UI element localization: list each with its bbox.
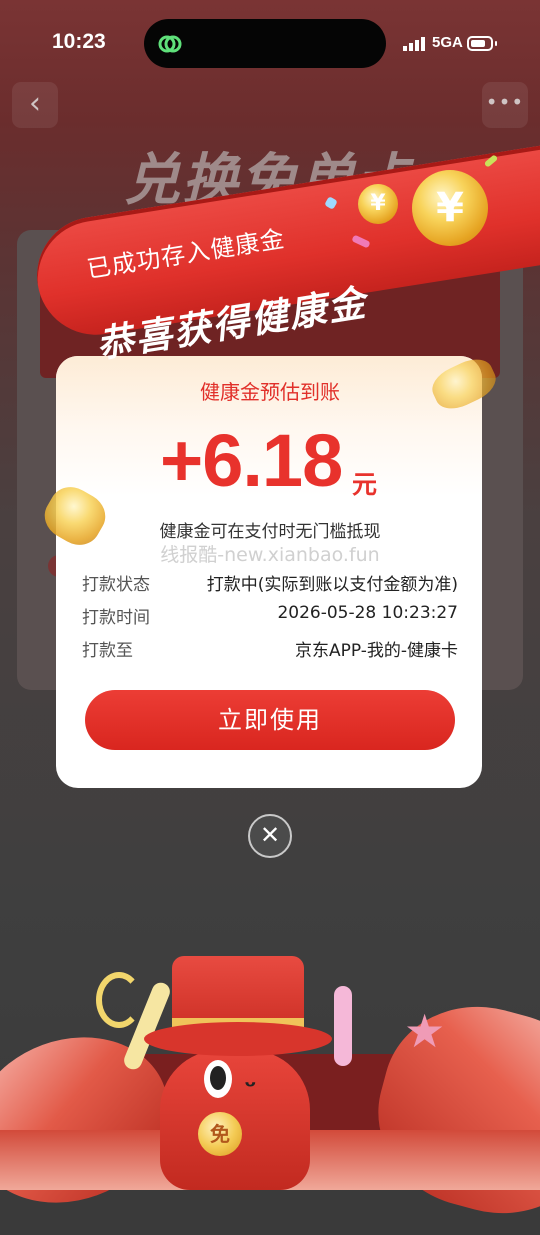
mascot-pupil [210, 1066, 226, 1090]
dynamic-island [144, 19, 386, 68]
back-button[interactable]: ‹ [12, 82, 58, 128]
close-button[interactable]: ✕ [248, 814, 292, 858]
mascot-medal: 免 [198, 1112, 242, 1156]
amount-unit: 元 [352, 470, 378, 499]
use-now-button[interactable]: 立即使用 [85, 690, 455, 750]
star-icon: ★ [404, 1004, 446, 1058]
status-label: 打款状态 [82, 575, 150, 595]
status-value: 打款中(实际到账以支付金额为准) [206, 575, 458, 595]
destination-label: 打款至 [82, 641, 133, 661]
link-icon [158, 35, 182, 53]
status-bar: 10:23 5GA [0, 0, 540, 88]
close-icon: ✕ [259, 821, 281, 849]
ribbon-curl-icon [96, 972, 142, 1028]
more-button[interactable]: ••• [482, 82, 528, 128]
reward-amount: +6.18 [160, 419, 343, 502]
signal-icon [403, 37, 425, 51]
glow-stick-icon [334, 986, 352, 1066]
time-label: 打款时间 [82, 608, 150, 628]
battery-icon [467, 36, 493, 51]
time-value: 2026-05-28 10:23:27 [277, 603, 458, 623]
more-dots-icon: ••• [485, 90, 525, 114]
network-label: 5GA [432, 34, 463, 51]
destination-value: 京东APP-我的-健康卡 [294, 641, 458, 661]
coin-icon: ¥ [412, 170, 488, 246]
battery-cap [495, 41, 497, 46]
status-time: 10:23 [52, 30, 106, 53]
mascot-hat-brim [144, 1022, 332, 1056]
mascot-wink-eye: ᵕ [244, 1072, 257, 1102]
coin-icon: ¥ [358, 184, 398, 224]
back-arrow-icon: ‹ [29, 86, 41, 121]
